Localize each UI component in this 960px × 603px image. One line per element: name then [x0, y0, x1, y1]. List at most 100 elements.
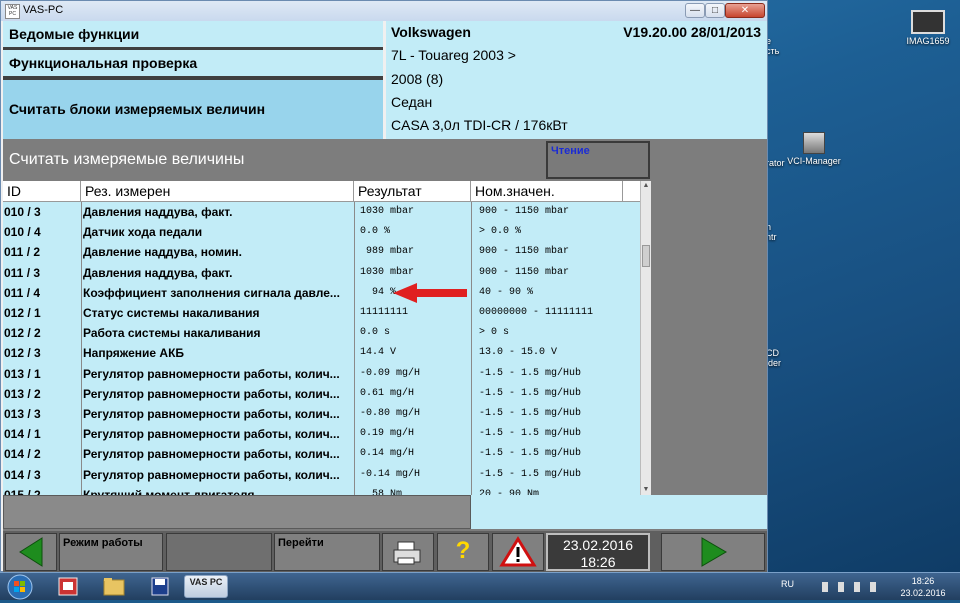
- table-row[interactable]: 013 / 2 Регулятор равномерности работы, к…: [3, 384, 641, 404]
- back-button[interactable]: [5, 533, 57, 571]
- nav-read-measured-blocks[interactable]: Считать блоки измеряемых величин: [3, 80, 383, 139]
- help-icon: ?: [455, 537, 471, 564]
- status-field-left: [3, 495, 471, 529]
- red-arrow-icon: [393, 282, 467, 303]
- table-row[interactable]: 011 / 4 Коэффициент заполнения сигнала да…: [3, 282, 641, 303]
- table-row[interactable]: 011 / 3 Давления наддува, факт. 1030 mbar 9…: [3, 263, 641, 283]
- table-row[interactable]: 012 / 3 Напряжение АКБ 14.4 V 13.0 - 15.0 V: [3, 343, 641, 363]
- row-result: 1030 mbar: [360, 206, 415, 217]
- desktop-partial-label: CD lder: [766, 348, 782, 368]
- row-name: Регулятор равномерности работы, колич...: [83, 427, 340, 442]
- current-time: 18:26: [580, 554, 616, 570]
- table-row[interactable]: 012 / 1 Статус системы накаливания 1111111…: [3, 303, 641, 323]
- column-header-nominal[interactable]: Ном.значен.: [471, 181, 623, 201]
- vci-manager-icon: [803, 132, 825, 154]
- taskbar-app-diagnostic-icon[interactable]: [48, 575, 88, 598]
- row-result: 11111111: [360, 307, 409, 318]
- row-name: Статус системы накаливания: [83, 306, 260, 320]
- vehicle-engine: CASA 3,0л TDI-CR / 176кВт: [391, 117, 568, 133]
- table-row[interactable]: 014 / 1 Регулятор равномерности работы, к…: [3, 424, 641, 444]
- row-result: -0.80 mg/H: [360, 408, 421, 419]
- row-nominal: -1.5 - 1.5 mg/Hub: [479, 428, 582, 440]
- row-nominal: -1.5 - 1.5 mg/Hub: [479, 448, 582, 460]
- row-id: 012 / 2: [4, 326, 41, 341]
- taskbar-vas-pc[interactable]: VAS PC: [184, 575, 228, 598]
- row-name: Регулятор равномерности работы, колич...: [83, 407, 340, 421]
- save-disk-icon[interactable]: [140, 575, 180, 598]
- table-row[interactable]: 013 / 3 Регулятор равномерности работы, к…: [3, 404, 641, 424]
- title-bar[interactable]: VAS PC VAS-PC — □ ✕: [1, 1, 767, 21]
- navigation-panel: Ведомые функции Функциональная проверка …: [3, 21, 383, 139]
- row-id: 013 / 1: [4, 366, 41, 381]
- table-row[interactable]: 014 / 3 Регулятор равномерности работы, к…: [3, 465, 641, 485]
- row-name: Давления наддува, факт.: [83, 265, 233, 280]
- row-id: 014 / 2: [4, 447, 41, 462]
- vertical-scrollbar[interactable]: ▲ ▼: [640, 181, 651, 495]
- table-row[interactable]: 010 / 4 Датчик хода педали 0.0 % > 0.0 %: [3, 222, 641, 242]
- scroll-thumb[interactable]: [642, 245, 650, 267]
- desktop-icon-vci-manager[interactable]: VCI-Manager: [786, 132, 842, 166]
- minimize-button[interactable]: —: [685, 3, 705, 18]
- nav-guided-functions[interactable]: Ведомые функции: [3, 21, 383, 47]
- maximize-button[interactable]: □: [705, 3, 725, 18]
- vehicle-model: 7L - Touareg 2003 >: [391, 47, 516, 63]
- row-nominal: -1.5 - 1.5 mg/Hub: [479, 387, 582, 399]
- windows-start-icon[interactable]: [6, 574, 34, 600]
- row-name: Напряжение АКБ: [83, 346, 185, 361]
- next-button[interactable]: [661, 533, 765, 571]
- nav-function-test[interactable]: Функциональная проверка: [3, 50, 383, 76]
- row-id: 010 / 3: [4, 205, 41, 219]
- desktop-partial-label: rator: [766, 158, 785, 168]
- printer-icon: [393, 541, 421, 565]
- section-title: Считать измеряемые величины: [9, 151, 245, 168]
- column-header-result[interactable]: Результат: [354, 181, 471, 201]
- row-result: 0.61 mg/H: [360, 387, 415, 399]
- row-name: Давление наддува, номин.: [83, 245, 243, 260]
- row-result: 0.19 mg/H: [360, 428, 415, 440]
- table-row[interactable]: 013 / 1 Регулятор равномерности работы, к…: [3, 364, 641, 384]
- row-nominal: -1.5 - 1.5 mg/Hub: [479, 367, 582, 379]
- scroll-up-icon[interactable]: ▲: [641, 181, 651, 191]
- row-result: -0.09 mg/H: [360, 367, 421, 379]
- scroll-down-icon[interactable]: ▼: [641, 485, 651, 495]
- row-id: 012 / 3: [4, 346, 41, 361]
- read-button[interactable]: Чтение: [546, 141, 650, 179]
- row-nominal: > 0.0 %: [479, 226, 522, 238]
- warning-icon: [499, 536, 537, 567]
- desktop-partial-label: е сть: [766, 36, 780, 56]
- date-time-display: 23.02.2016 18:26: [546, 533, 650, 571]
- row-name: Регулятор равномерности работы, колич...: [83, 447, 340, 462]
- column-header-name[interactable]: Рез. измерен: [81, 181, 354, 201]
- table-row[interactable]: 011 / 2 Давление наддува, номин. 989 mbar…: [3, 242, 641, 262]
- desktop-icon-label: IMAG1659: [906, 36, 950, 46]
- table-row[interactable]: 012 / 2 Работа системы накаливания 0.0 s > …: [3, 323, 641, 343]
- table-row[interactable]: 014 / 2 Регулятор равномерности работы, к…: [3, 444, 641, 464]
- desktop-partial-label: n ntr: [766, 222, 777, 242]
- row-name: Крутящий момент двигателя: [83, 487, 255, 495]
- warning-button[interactable]: [492, 533, 544, 571]
- close-button[interactable]: ✕: [725, 3, 765, 18]
- operating-mode-button[interactable]: Режим работы: [59, 533, 163, 571]
- table-row[interactable]: 010 / 3 Давления наддува, факт. 1030 mbar 9…: [3, 202, 641, 222]
- vehicle-brand: Volkswagen: [391, 24, 471, 40]
- row-result: 1030 mbar: [360, 266, 415, 278]
- table-row[interactable]: 015 / 2 Крутящий момент двигателя 58 Nm 20…: [3, 485, 641, 495]
- row-name: Коэффициент заполнения сигнала давле...: [83, 285, 340, 300]
- help-button[interactable]: ?: [437, 533, 489, 571]
- row-id: 014 / 3: [4, 467, 41, 482]
- system-clock[interactable]: 18:26 23.02.2016: [888, 575, 958, 599]
- go-to-label: Перейти: [278, 537, 324, 549]
- row-nominal: 13.0 - 15.0 V: [479, 347, 558, 359]
- vas-pc-window: VAS PC VAS-PC — □ ✕ Ведомые функции Функц…: [0, 0, 768, 573]
- row-nominal: 20 - 90 Nm: [479, 488, 540, 495]
- row-nominal: -1.5 - 1.5 mg/Hub: [479, 408, 582, 419]
- system-tray-icons[interactable]: [778, 573, 878, 601]
- table-header: ID Рез. измерен Результат Ном.значен.: [3, 181, 641, 202]
- folder-icon[interactable]: [94, 575, 134, 598]
- column-header-id[interactable]: ID: [3, 181, 81, 201]
- row-result: 14.4 V: [360, 347, 397, 359]
- print-button[interactable]: [382, 533, 434, 571]
- desktop-icon-image[interactable]: IMAG1659: [906, 10, 950, 46]
- go-to-button[interactable]: Перейти: [274, 533, 380, 571]
- vehicle-info-panel: Volkswagen V19.20.00 28/01/2013 7L - Tou…: [386, 21, 767, 139]
